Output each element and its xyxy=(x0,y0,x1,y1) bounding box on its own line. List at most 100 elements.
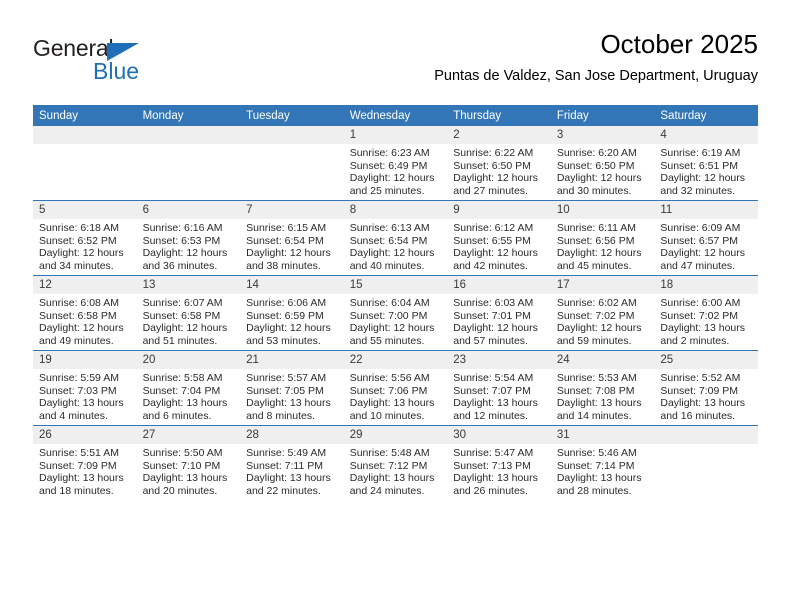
calendar-day-cell[interactable]: 7 Sunrise: 6:15 AM Sunset: 6:54 PM Daylight… xyxy=(240,200,344,276)
day-number: 14 xyxy=(240,276,344,294)
sunset-time: Sunset: 7:14 PM xyxy=(556,459,635,472)
sunset-time: Sunset: 7:02 PM xyxy=(556,309,635,322)
daylight-duration-line2: and 30 minutes. xyxy=(556,184,632,197)
calendar-day-cell[interactable]: 21 Sunrise: 5:57 AM Sunset: 7:05 PM Dayligh… xyxy=(240,350,344,426)
calendar-day-cell[interactable]: 20 Sunrise: 5:58 AM Sunset: 7:04 PM Dayligh… xyxy=(136,350,241,426)
sunset-time: Sunset: 6:57 PM xyxy=(660,234,739,247)
calendar-day-cell[interactable]: 19 Sunrise: 5:59 AM Sunset: 7:03 PM Dayligh… xyxy=(33,350,137,426)
daylight-duration-line1: Daylight: 12 hours xyxy=(39,247,124,260)
calendar-day-cell[interactable]: 6 Sunrise: 6:16 AM Sunset: 6:53 PM Daylight… xyxy=(136,200,241,276)
sunrise-time: Sunrise: 6:09 AM xyxy=(660,222,741,234)
daylight-duration-line2: and 40 minutes. xyxy=(349,259,425,272)
calendar-day-cell[interactable]: 30 Sunrise: 5:47 AM Sunset: 7:13 PM Dayligh… xyxy=(447,425,551,500)
daylight-duration-line2: and 38 minutes. xyxy=(246,259,321,272)
day-number: 19 xyxy=(33,351,137,369)
calendar-day-cell[interactable]: 17 Sunrise: 6:02 AM Sunset: 7:02 PM Dayligh… xyxy=(550,275,655,351)
calendar-body: 1 Sunrise: 6:23 AM Sunset: 6:49 PM Daylight… xyxy=(33,126,758,500)
calendar-day-cell[interactable]: 16 Sunrise: 6:03 AM Sunset: 7:01 PM Dayligh… xyxy=(447,275,551,351)
sunset-time: Sunset: 7:05 PM xyxy=(246,384,324,397)
day-number: 26 xyxy=(33,426,137,444)
sunset-time: Sunset: 6:50 PM xyxy=(453,159,531,172)
sunset-time: Sunset: 6:50 PM xyxy=(556,159,635,172)
calendar-day-cell[interactable]: 18 Sunrise: 6:00 AM Sunset: 7:02 PM Dayligh… xyxy=(654,275,758,351)
sunrise-time: Sunrise: 5:59 AM xyxy=(39,372,119,384)
daylight-duration-line1: Daylight: 12 hours xyxy=(453,247,538,260)
sunrise-time: Sunrise: 6:19 AM xyxy=(660,147,741,159)
daylight-duration-line1: Daylight: 12 hours xyxy=(453,322,538,335)
calendar-table: Sunday Monday Tuesday Wednesday Thursday… xyxy=(33,105,758,500)
calendar-day-cell[interactable]: 22 Sunrise: 5:56 AM Sunset: 7:06 PM Dayligh… xyxy=(343,350,448,426)
sun-info: Sunrise: 5:52 AM Sunset: 7:09 PM Daylight:… xyxy=(654,369,758,422)
daylight-duration-line2: and 8 minutes. xyxy=(246,409,316,422)
day-number: 21 xyxy=(240,351,344,369)
day-number: 20 xyxy=(136,351,241,369)
calendar-day-cell[interactable]: 29 Sunrise: 5:48 AM Sunset: 7:12 PM Dayligh… xyxy=(343,425,448,500)
day-number: 16 xyxy=(447,276,551,294)
sunset-time: Sunset: 6:52 PM xyxy=(39,234,117,247)
calendar-day-cell[interactable]: 3 Sunrise: 6:20 AM Sunset: 6:50 PM Daylight… xyxy=(550,126,655,201)
calendar-day-cell[interactable]: 9 Sunrise: 6:12 AM Sunset: 6:55 PM Daylight… xyxy=(447,200,551,276)
general-blue-logo[interactable]: General Blue xyxy=(33,36,233,88)
calendar-day-cell[interactable]: 14 Sunrise: 6:06 AM Sunset: 6:59 PM Dayligh… xyxy=(240,275,344,351)
day-number: 13 xyxy=(136,276,241,294)
daylight-duration-line2: and 36 minutes. xyxy=(142,259,218,272)
sunrise-time: Sunrise: 6:22 AM xyxy=(453,147,534,159)
calendar-day-cell[interactable]: 25 Sunrise: 5:52 AM Sunset: 7:09 PM Dayligh… xyxy=(654,350,758,426)
daylight-duration-line1: Daylight: 12 hours xyxy=(556,322,642,335)
daylight-duration-line1: Daylight: 13 hours xyxy=(660,397,746,410)
sun-info: Sunrise: 6:12 AM Sunset: 6:55 PM Daylight:… xyxy=(447,219,551,272)
daylight-duration-line2: and 16 minutes. xyxy=(660,409,736,422)
daylight-duration-line1: Daylight: 12 hours xyxy=(142,322,228,335)
day-number: 1 xyxy=(343,126,448,144)
day-cell-content: 24 Sunrise: 5:53 AM Sunset: 7:08 PM Dayligh… xyxy=(550,351,655,425)
calendar-day-cell[interactable]: 11 Sunrise: 6:09 AM Sunset: 6:57 PM Dayligh… xyxy=(654,200,758,276)
calendar-day-cell[interactable]: 31 Sunrise: 5:46 AM Sunset: 7:14 PM Dayligh… xyxy=(550,425,655,500)
calendar-day-cell[interactable]: 4 Sunrise: 6:19 AM Sunset: 6:51 PM Daylight… xyxy=(654,126,758,201)
title-block: October 2025 Puntas de Valdez, San Jose … xyxy=(434,28,758,86)
daylight-duration-line1: Daylight: 13 hours xyxy=(453,472,538,485)
logo-text-blue: Blue xyxy=(93,58,140,84)
calendar-day-cell[interactable]: 10 Sunrise: 6:11 AM Sunset: 6:56 PM Dayligh… xyxy=(550,200,655,276)
calendar-day-cell[interactable]: 27 Sunrise: 5:50 AM Sunset: 7:10 PM Dayligh… xyxy=(136,425,241,500)
calendar-day-cell[interactable]: 26 Sunrise: 5:51 AM Sunset: 7:09 PM Dayligh… xyxy=(33,425,137,500)
day-number: 18 xyxy=(654,276,758,294)
daylight-duration-line1: Daylight: 12 hours xyxy=(142,247,228,260)
calendar-day-cell[interactable]: 2 Sunrise: 6:22 AM Sunset: 6:50 PM Daylight… xyxy=(447,126,551,201)
weekday-header-monday: Monday xyxy=(136,105,241,126)
calendar-day-cell[interactable]: 23 Sunrise: 5:54 AM Sunset: 7:07 PM Dayligh… xyxy=(447,350,551,426)
day-number: 5 xyxy=(33,201,137,219)
sunrise-time: Sunrise: 5:46 AM xyxy=(556,447,637,459)
day-number xyxy=(136,126,241,144)
daylight-duration-line2: and 55 minutes. xyxy=(349,334,425,347)
day-cell-content: 8 Sunrise: 6:13 AM Sunset: 6:54 PM Daylight… xyxy=(343,201,448,275)
day-number: 30 xyxy=(447,426,551,444)
day-number: 29 xyxy=(343,426,448,444)
daylight-duration-line1: Daylight: 13 hours xyxy=(39,472,124,485)
sunrise-time: Sunrise: 5:52 AM xyxy=(660,372,741,384)
day-cell-content: 23 Sunrise: 5:54 AM Sunset: 7:07 PM Dayligh… xyxy=(447,351,551,425)
day-cell-content xyxy=(654,426,758,500)
sun-info: Sunrise: 5:47 AM Sunset: 7:13 PM Daylight:… xyxy=(447,444,551,497)
calendar-day-cell[interactable]: 8 Sunrise: 6:13 AM Sunset: 6:54 PM Daylight… xyxy=(343,200,448,276)
calendar-day-cell[interactable]: 24 Sunrise: 5:53 AM Sunset: 7:08 PM Dayligh… xyxy=(550,350,655,426)
sunrise-time: Sunrise: 5:49 AM xyxy=(246,447,327,459)
daylight-duration-line1: Daylight: 13 hours xyxy=(246,472,331,485)
calendar-day-cell xyxy=(240,126,344,201)
calendar-day-cell[interactable]: 28 Sunrise: 5:49 AM Sunset: 7:11 PM Dayligh… xyxy=(240,425,344,500)
calendar-day-cell[interactable]: 15 Sunrise: 6:04 AM Sunset: 7:00 PM Dayligh… xyxy=(343,275,448,351)
day-cell-content: 26 Sunrise: 5:51 AM Sunset: 7:09 PM Dayligh… xyxy=(33,426,137,500)
calendar-day-cell[interactable]: 5 Sunrise: 6:18 AM Sunset: 6:52 PM Daylight… xyxy=(33,200,137,276)
calendar-day-cell[interactable]: 13 Sunrise: 6:07 AM Sunset: 6:58 PM Dayligh… xyxy=(136,275,241,351)
calendar-week-row: 12 Sunrise: 6:08 AM Sunset: 6:58 PM Dayligh… xyxy=(33,275,758,351)
day-cell-content: 3 Sunrise: 6:20 AM Sunset: 6:50 PM Daylight… xyxy=(550,126,655,200)
daylight-duration-line1: Daylight: 13 hours xyxy=(453,397,538,410)
day-cell-content xyxy=(136,126,241,200)
calendar-day-cell[interactable]: 1 Sunrise: 6:23 AM Sunset: 6:49 PM Daylight… xyxy=(343,126,448,201)
daylight-duration-line2: and 51 minutes. xyxy=(142,334,218,347)
sunset-time: Sunset: 6:49 PM xyxy=(349,159,428,172)
calendar-week-row: 1 Sunrise: 6:23 AM Sunset: 6:49 PM Daylight… xyxy=(33,126,758,201)
sun-info: Sunrise: 6:09 AM Sunset: 6:57 PM Daylight:… xyxy=(654,219,758,272)
day-number: 12 xyxy=(33,276,137,294)
calendar-day-cell[interactable]: 12 Sunrise: 6:08 AM Sunset: 6:58 PM Dayligh… xyxy=(33,275,137,351)
sun-info: Sunrise: 5:53 AM Sunset: 7:08 PM Daylight:… xyxy=(551,369,655,422)
